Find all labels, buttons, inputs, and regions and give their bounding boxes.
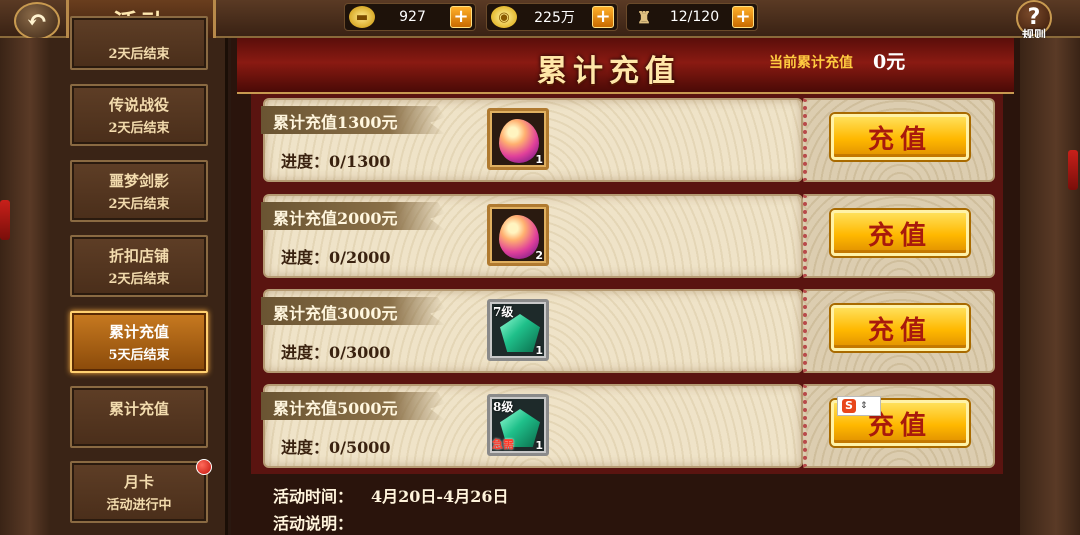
resource-coin: ◉ 225万 + — [486, 3, 618, 31]
coin-icon: ◉ — [491, 6, 517, 28]
input-method-widget[interactable]: S ⇕ — [837, 396, 881, 416]
row-title: 累计充值3000元 — [273, 304, 398, 323]
left-tassel — [0, 200, 10, 240]
sidebar-item-label: 月卡 — [123, 473, 154, 491]
activity-sidebar: 2天后结束 传说战役 2天后结束 噩梦剑影 2天后结束 折扣店铺 2天后结束 累… — [50, 16, 228, 535]
sidebar-item-sub: 活动进行中 — [106, 498, 172, 513]
recharge-button[interactable]: 充值 — [831, 114, 969, 160]
sidebar-item-label: 累计充值 — [108, 400, 169, 418]
activity-time-label: 活动时间： — [273, 487, 354, 506]
sidebar-item-nightmare-sword[interactable]: 噩梦剑影 2天后结束 — [70, 160, 208, 222]
recharge-panel: 累计充值 当前累计充值 0元 累计充值1300元 进度：0/1300 1 充值 … — [231, 38, 1020, 535]
row-scroll: 累计充值3000元 进度：0/3000 7级 1 — [261, 289, 803, 373]
row-progress: 进度：0/2000 — [281, 248, 391, 267]
row-title: 累计充值1300元 — [273, 113, 398, 132]
reward-item[interactable]: 8级 急需 1 — [487, 394, 549, 456]
stamina-icon: ♜ — [636, 7, 652, 27]
row-progress: 进度：0/3000 — [281, 343, 391, 362]
reward-item[interactable]: 1 — [487, 108, 549, 170]
sidebar-item-sub: 2天后结束 — [108, 121, 170, 136]
sidebar-item-cumulative-recharge[interactable]: 累计充值 — [70, 386, 208, 448]
sidebar-item-sub: 2天后结束 — [108, 197, 170, 212]
sidebar-item-label: 折扣店铺 — [108, 247, 169, 265]
chevron-updown-icon: ⇕ — [860, 401, 868, 411]
sidebar-item-cumulative-recharge-active[interactable]: 累计充值 5天后结束 — [70, 311, 208, 373]
right-pillar — [1020, 38, 1080, 535]
sidebar-item-monthly-card[interactable]: 月卡 活动进行中 — [70, 459, 212, 523]
reward-row: 累计充值5000元 进度：0/5000 8级 急需 1 充值 S ⇕ — [261, 384, 995, 468]
evolution-stone-icon — [499, 215, 539, 259]
right-tassel — [1068, 150, 1078, 190]
sidebar-item-label: 噩梦剑影 — [108, 172, 169, 190]
activity-time-value: 4月20日-4月26日 — [371, 487, 509, 506]
activity-description: 活动说明： — [273, 510, 371, 534]
gold-ingot-icon: ▬ — [349, 6, 375, 28]
sidebar-item-sub: 2天后结束 — [108, 272, 170, 287]
notification-dot — [196, 459, 212, 475]
reward-row: 累计充值2000元 进度：0/2000 2 充值 — [261, 194, 995, 278]
row-scroll: 累计充值5000元 进度：0/5000 8级 急需 1 — [261, 384, 803, 468]
coin-value: 225万 — [534, 10, 575, 26]
reward-level: 7级 — [493, 305, 514, 319]
row-title: 累计充值5000元 — [273, 399, 398, 418]
panel-title: 累计充值 — [537, 54, 681, 89]
add-stamina-button[interactable]: + — [732, 6, 754, 28]
add-coin-button[interactable]: + — [592, 6, 614, 28]
reward-item[interactable]: 2 — [487, 204, 549, 266]
reward-count: 1 — [535, 344, 543, 357]
left-pillar — [0, 38, 50, 535]
panel-header: 累计充值 当前累计充值 0元 — [237, 38, 1014, 94]
reward-row: 累计充值1300元 进度：0/1300 1 充值 — [261, 98, 995, 182]
back-arrow-icon: ↶ — [26, 6, 48, 36]
activity-description-label: 活动说明： — [273, 514, 354, 533]
gold-ingot-value: 927 — [399, 9, 426, 25]
sidebar-item-label: 累计充值 — [108, 323, 169, 341]
activity-time: 活动时间： 4月20日-4月26日 — [273, 483, 526, 507]
sogou-s-icon: S — [842, 399, 856, 413]
reward-urgent-tag: 急需 — [492, 438, 514, 451]
sidebar-item-legend-battle[interactable]: 传说战役 2天后结束 — [70, 84, 208, 146]
sidebar-item-sub: 5天后结束 — [108, 348, 170, 363]
reward-item[interactable]: 7级 1 — [487, 299, 549, 361]
reward-level: 8级 — [493, 400, 514, 414]
resource-gold-ingot: ▬ 927 + — [344, 3, 476, 31]
recharge-button[interactable]: 充值 — [831, 210, 969, 256]
reward-count: 2 — [535, 249, 543, 262]
recharge-button[interactable]: 充值 — [831, 305, 969, 351]
row-progress: 进度：0/5000 — [281, 438, 391, 457]
sidebar-item-sub: 2天后结束 — [108, 46, 170, 62]
row-scroll: 累计充值2000元 进度：0/2000 2 — [261, 194, 803, 278]
add-gold-ingot-button[interactable]: + — [450, 6, 472, 28]
resource-stamina: ♜ 12/120 + — [626, 3, 758, 31]
sidebar-item-0[interactable]: 2天后结束 — [70, 16, 208, 70]
back-button[interactable]: ↶ — [14, 2, 60, 40]
stamina-value: 12/120 — [669, 9, 720, 25]
total-recharge-label: 当前累计充值 — [769, 55, 853, 71]
row-scroll: 累计充值1300元 进度：0/1300 1 — [261, 98, 803, 182]
sidebar-item-discount-shop[interactable]: 折扣店铺 2天后结束 — [70, 235, 208, 297]
total-recharge-value: 0元 — [873, 51, 906, 73]
evolution-stone-icon — [499, 119, 539, 163]
reward-count: 1 — [535, 439, 543, 452]
row-title: 累计充值2000元 — [273, 209, 398, 228]
row-progress: 进度：0/1300 — [281, 152, 391, 171]
reward-row: 累计充值3000元 进度：0/3000 7级 1 充值 — [261, 289, 995, 373]
sidebar-item-label: 传说战役 — [108, 96, 169, 114]
reward-count: 1 — [535, 153, 543, 166]
